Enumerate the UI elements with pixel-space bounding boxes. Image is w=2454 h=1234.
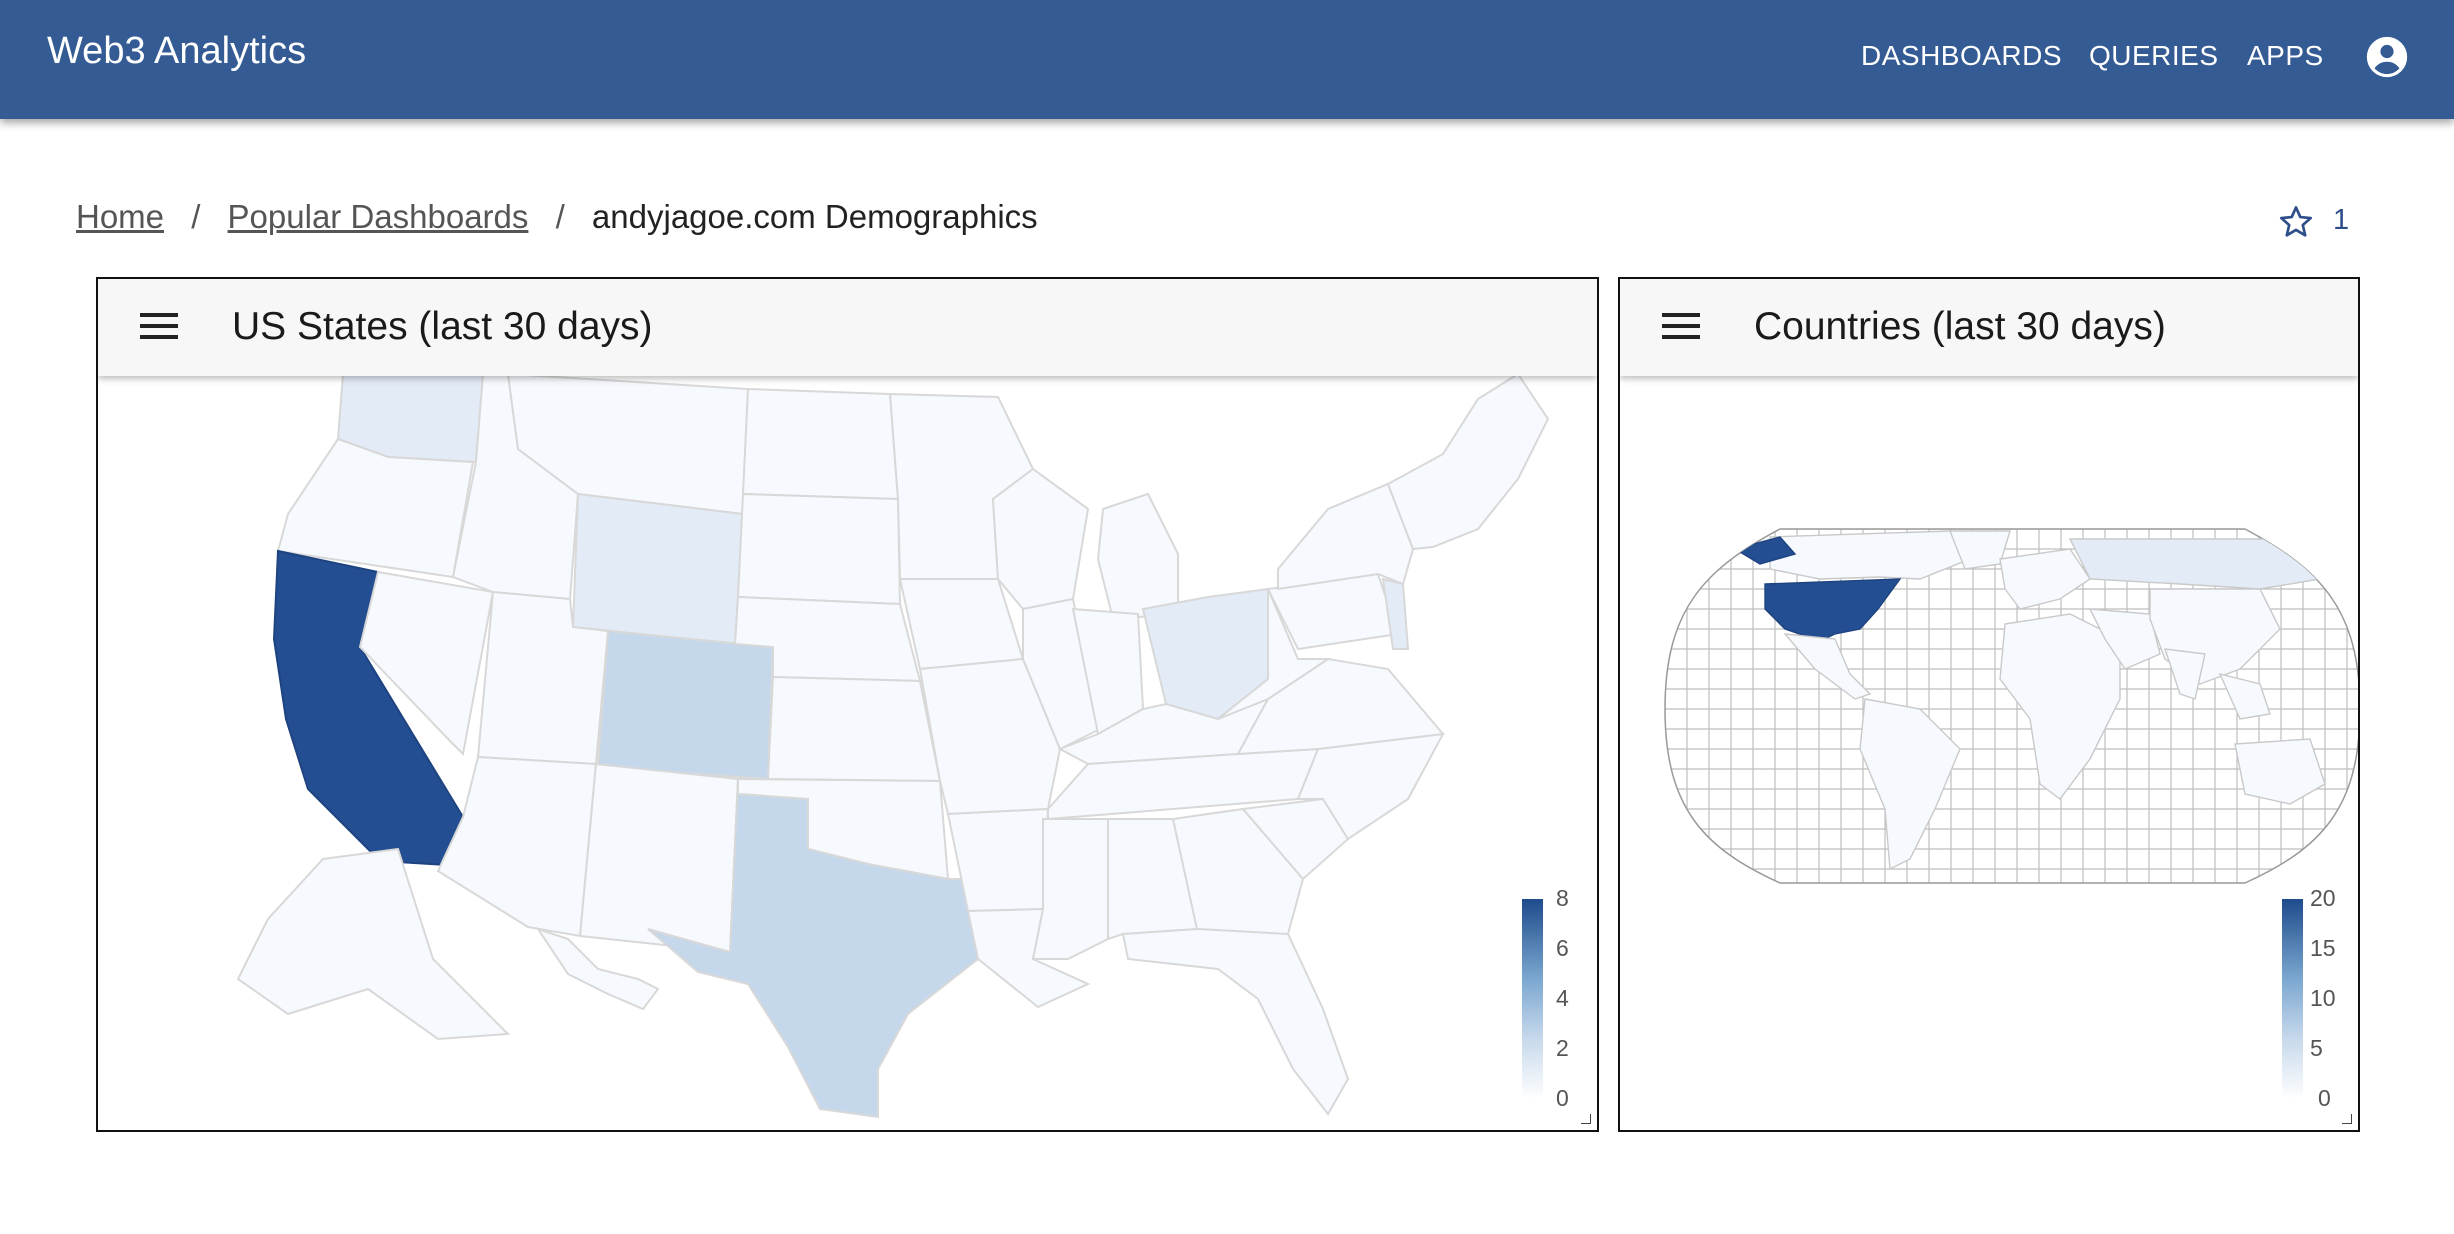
country-south-america: [1859, 698, 1961, 871]
state-iowa: [898, 578, 1025, 671]
state-north-dakota: [741, 387, 900, 501]
breadcrumb-home[interactable]: Home: [76, 198, 164, 235]
nav-queries[interactable]: QUERIES: [2089, 40, 2219, 72]
legend-tick: 0: [2318, 1085, 2331, 1111]
state-south-dakota: [736, 492, 902, 606]
state-mississippi: [1031, 818, 1109, 960]
legend-tick: 4: [1556, 985, 1569, 1011]
legend-tick: 8: [1556, 885, 1569, 911]
star-outline-icon[interactable]: [2277, 203, 2315, 241]
legend-tick: 0: [1556, 1085, 1569, 1111]
us-states-map[interactable]: [98, 279, 1599, 1132]
resize-handle-icon[interactable]: [1581, 1114, 1591, 1124]
legend-tick: 10: [2310, 985, 2336, 1011]
country-asia: [2149, 588, 2281, 685]
legend-color-scale: [2282, 899, 2303, 1099]
country-europe: [1999, 548, 2091, 610]
country-russia: [2068, 538, 2321, 590]
hamburger-menu-icon[interactable]: [1662, 311, 1702, 341]
resize-handle-icon[interactable]: [2342, 1114, 2352, 1124]
state-colorado: [596, 629, 775, 781]
legend-color-scale: [1522, 899, 1543, 1099]
state-wisconsin: [991, 467, 1090, 611]
world-map[interactable]: [1620, 279, 2360, 1132]
legend-tick: 20: [2310, 885, 2336, 911]
state-arizona: [436, 755, 598, 938]
state-kansas: [766, 675, 942, 783]
state-michigan: [1096, 492, 1179, 621]
panel-title: US States (last 30 days): [232, 305, 653, 348]
breadcrumb-separator: /: [191, 198, 201, 235]
state-wyoming: [571, 492, 745, 646]
country-canada: [1769, 530, 1972, 580]
legend-tick: 2: [1556, 1035, 1569, 1061]
nav-dashboards[interactable]: DASHBOARDS: [1861, 40, 2062, 72]
us-states-panel: US States (last 30 days) 8 6 4 2 0: [96, 277, 1599, 1132]
favorite-count: 1: [2333, 204, 2350, 236]
breadcrumb-current: andyjagoe.com Demographics: [591, 198, 1038, 235]
legend-tick: 6: [1556, 935, 1569, 961]
country-africa: [1999, 613, 2121, 800]
panel-title: Countries (last 30 days): [1754, 305, 2166, 348]
state-new-england: [1386, 372, 1550, 551]
legend-tick: 5: [2310, 1035, 2323, 1061]
nav-apps[interactable]: APPS: [2247, 40, 2324, 72]
app-bar: Web3 Analytics DASHBOARDS QUERIES APPS: [0, 0, 2454, 119]
country-southeast-asia: [2218, 672, 2271, 720]
panel-header: Countries (last 30 days): [1620, 279, 2358, 376]
breadcrumb-separator: /: [555, 198, 565, 235]
country-usa: [1764, 578, 1902, 642]
countries-panel: Countries (last 30 days) 20 15 10 5 0: [1618, 277, 2360, 1132]
legend-tick: 15: [2310, 935, 2336, 961]
breadcrumb: Home / Popular Dashboards / andyjagoe.co…: [76, 198, 1038, 236]
panel-header: US States (last 30 days): [98, 279, 1597, 376]
country-australia: [2234, 738, 2326, 805]
account-circle-icon[interactable]: [2365, 35, 2409, 79]
state-florida: [1121, 927, 1350, 1116]
hamburger-menu-icon[interactable]: [140, 311, 180, 341]
state-new-mexico: [578, 762, 740, 954]
breadcrumb-popular-dashboards[interactable]: Popular Dashboards: [228, 198, 529, 235]
app-title[interactable]: Web3 Analytics: [47, 30, 306, 73]
state-new-york: [1277, 482, 1415, 591]
